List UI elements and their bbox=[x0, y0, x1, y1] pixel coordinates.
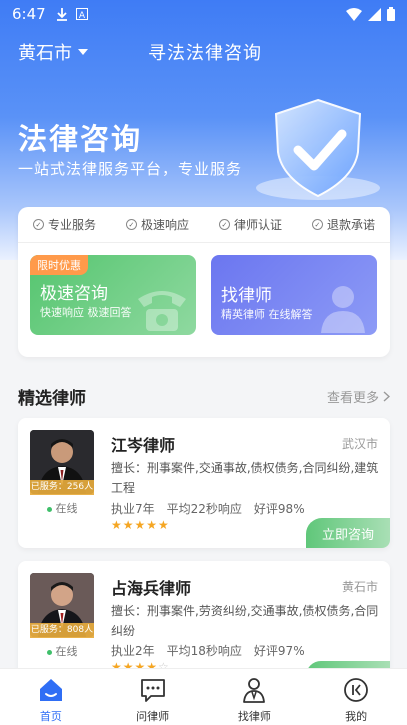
served-count: 已服务：256人 bbox=[30, 480, 94, 495]
featured-lawyers-header: 精选律师 查看更多 bbox=[18, 384, 390, 409]
practice-years: 执业2年 bbox=[111, 644, 155, 658]
caret-down-icon bbox=[78, 49, 88, 55]
status-bar: 6:47 A bbox=[0, 0, 407, 28]
chevron-right-icon bbox=[383, 390, 390, 402]
tab-label: 我的 bbox=[345, 710, 368, 723]
profile-icon bbox=[344, 678, 369, 702]
chat-icon bbox=[140, 679, 165, 702]
view-more-link[interactable]: 查看更多 bbox=[327, 387, 390, 406]
status-time: 6:47 bbox=[12, 5, 46, 23]
lawyer-card[interactable]: 已服务：256人 在线 江岑律师 武汉市 擅长：刑事案件,交通事故,债权债务,合… bbox=[18, 418, 390, 548]
lawyer-stats: 执业7年 平均22秒响应 好评98% bbox=[111, 500, 305, 517]
lawyer-stats: 执业2年 平均18秒响应 好评97% bbox=[111, 642, 305, 659]
lawyer-name: 占海兵律师 bbox=[111, 579, 192, 598]
feature-strip: ✓ 专业服务 ✓ 极速响应 ✓ 律师认证 ✓ 退款承诺 bbox=[18, 207, 390, 243]
a-icon: A bbox=[75, 8, 88, 20]
tab-label: 首页 bbox=[39, 710, 62, 723]
practice-years: 执业7年 bbox=[111, 502, 155, 516]
check-circle-icon: ✓ bbox=[125, 219, 137, 230]
shield-check-icon bbox=[256, 98, 380, 200]
quick-consult-tile[interactable]: 限时优惠 极速咨询 快速响应 极速回答 bbox=[30, 255, 196, 335]
bottom-tab-bar: 首页 问律师 找律师 我的 bbox=[0, 668, 407, 725]
tab-profile[interactable]: 我的 bbox=[305, 669, 407, 725]
city-label: 黄石市 bbox=[18, 43, 72, 64]
tab-find-lawyer[interactable]: 找律师 bbox=[204, 669, 306, 725]
consult-now-button[interactable]: 立即咨询 bbox=[306, 518, 390, 548]
rating: 好评98% bbox=[253, 502, 305, 516]
person-icon bbox=[321, 286, 365, 333]
phone-icon bbox=[138, 291, 186, 331]
tab-home[interactable]: 首页 bbox=[0, 669, 102, 725]
response-time: 平均22秒响应 bbox=[166, 502, 242, 516]
tile-subtitle: 精英律师 在线解答 bbox=[221, 308, 313, 321]
hero-subtitle: 一站式法律服务平台，专业服务 bbox=[18, 160, 243, 178]
lawyer-specialty: 擅长：刑事案件,交通事故,债权债务,合同纠纷,建筑工程 bbox=[111, 461, 379, 495]
online-dot bbox=[46, 649, 52, 655]
app-title: 寻法法律咨询 bbox=[148, 43, 262, 64]
feature-item: ✓ 极速响应 bbox=[125, 216, 189, 233]
nav-bar: 黄石市 寻法法律咨询 bbox=[0, 28, 407, 76]
tile-title: 极速咨询 bbox=[40, 284, 108, 304]
tab-ask-lawyer[interactable]: 问律师 bbox=[102, 669, 204, 725]
check-circle-icon: ✓ bbox=[218, 219, 230, 230]
wifi-icon bbox=[346, 7, 362, 21]
check-circle-icon: ✓ bbox=[32, 219, 44, 230]
svg-text:A: A bbox=[79, 11, 86, 20]
city-selector[interactable]: 黄石市 bbox=[18, 39, 88, 65]
feature-item: ✓ 专业服务 bbox=[32, 216, 96, 233]
home-icon bbox=[39, 679, 62, 701]
rating: 好评97% bbox=[253, 644, 305, 658]
lawyer-city: 武汉市 bbox=[341, 437, 378, 451]
service-card: ✓ 专业服务 ✓ 极速响应 ✓ 律师认证 ✓ 退款承诺 限时优惠 极速咨询 快速响应 极… bbox=[18, 207, 390, 357]
star-rating: ★★★★★ bbox=[111, 518, 170, 532]
find-lawyer-tile[interactable]: 找律师 精英律师 在线解答 bbox=[211, 255, 377, 335]
served-count: 已服务：808人 bbox=[30, 623, 94, 638]
lawyer-city: 黄石市 bbox=[341, 580, 378, 594]
signal-icon bbox=[368, 7, 381, 21]
tile-title: 找律师 bbox=[221, 286, 272, 306]
lawyer-specialty: 擅长：刑事案件,劳资纠纷,交通事故,债权债务,合同纠纷 bbox=[111, 604, 379, 638]
check-circle-icon: ✓ bbox=[311, 219, 323, 230]
download-icon bbox=[56, 8, 67, 21]
feature-item: ✓ 退款承诺 bbox=[311, 216, 375, 233]
online-status: 在线 bbox=[30, 500, 94, 516]
lawyer-card[interactable]: 已服务：808人 在线 占海兵律师 黄石市 擅长：刑事案件,劳资纠纷,交通事故,… bbox=[18, 561, 390, 676]
section-title: 精选律师 bbox=[18, 388, 86, 409]
online-dot bbox=[46, 506, 52, 512]
online-status: 在线 bbox=[30, 643, 94, 659]
response-time: 平均18秒响应 bbox=[166, 644, 242, 658]
lawyer-name: 江岑律师 bbox=[111, 436, 176, 455]
promo-badge: 限时优惠 bbox=[30, 255, 88, 275]
feature-item: ✓ 律师认证 bbox=[218, 216, 282, 233]
tile-subtitle: 快速响应 极速回答 bbox=[40, 306, 132, 319]
hero-title: 法律咨询 bbox=[18, 122, 143, 156]
lawyer-icon bbox=[243, 678, 266, 703]
battery-icon bbox=[387, 7, 395, 21]
tab-label: 问律师 bbox=[136, 710, 170, 723]
tab-label: 找律师 bbox=[237, 710, 271, 723]
